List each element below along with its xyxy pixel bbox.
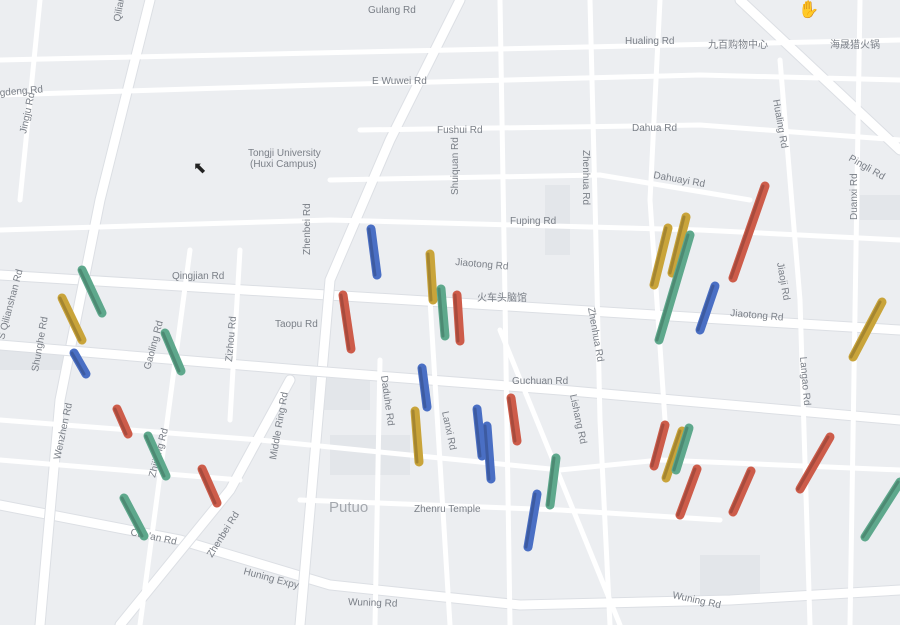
label-tongji-campus: (Huxi Campus) <box>250 159 317 170</box>
label-jiaotong-rd-1: Jiaotong Rd <box>455 257 509 273</box>
label-zizhou-rd: Zizhou Rd <box>224 316 239 362</box>
label-langao-rd: Langao Rd <box>797 356 812 406</box>
label-qilian-top: Qilian <box>112 0 127 23</box>
column-green-33[interactable] <box>860 477 900 542</box>
arrow-cursor-icon: ⬉ <box>193 158 207 177</box>
column-layer[interactable] <box>57 181 900 552</box>
label-jingju-rd: Jingju Rd <box>18 92 37 135</box>
label-taopu-rd: Taopu Rd <box>275 319 318 330</box>
label-shuiquan-rd: Shuiquan Rd <box>450 137 461 195</box>
label-tongji-university: Tongji University <box>248 148 321 159</box>
label-jiubai-mall: 九百购物中心 <box>708 38 768 51</box>
label-gulang-rd: Gulang Rd <box>368 5 416 16</box>
column-red-7[interactable] <box>197 464 222 508</box>
label-middle-ring-rd: Middle Ring Rd <box>268 391 291 460</box>
label-huochetou: 火车头脑馆 <box>477 291 527 304</box>
column-red-30[interactable] <box>675 464 702 520</box>
label-putuo: Putuo <box>329 499 368 516</box>
label-zhenhua-rd-top: Zhenhua Rd <box>580 150 591 205</box>
label-zhenru-temple: Zhenru Temple <box>414 504 481 515</box>
label-zhenbei-rd-top: Zhenbei Rd <box>302 203 313 255</box>
label-qingjian-rd: Qingjian Rd <box>172 271 224 282</box>
label-duanxi-rd: Duanxi Rd <box>849 173 860 220</box>
label-fushui-rd: Fushui Rd <box>437 125 483 136</box>
column-shade-33 <box>861 480 900 539</box>
label-fuping-rd: Fuping Rd <box>510 216 556 227</box>
label-e-wuwei-rd: E Wuwei Rd <box>372 76 427 87</box>
label-wuning-rd-1: Wuning Rd <box>348 597 398 610</box>
label-jiaoji-rd: Jiaoji Rd <box>774 262 791 302</box>
label-hualing-rd: Hualing Rd <box>625 36 674 47</box>
label-haisheng: 海晟猎火锅 <box>830 38 880 51</box>
map-viewport[interactable]: Gulang Rd Hualing Rd 九百购物中心 海晟猎火锅 E Wuwe… <box>0 0 900 625</box>
label-lishang-rd: Lishang Rd <box>567 393 588 445</box>
label-lanxi-rd: Lanxi Rd <box>439 410 458 451</box>
grab-hand-icon: ✋ <box>798 0 820 20</box>
column-red-31[interactable] <box>728 466 756 517</box>
map-canvas[interactable]: Gulang Rd Hualing Rd 九百购物中心 海晟猎火锅 E Wuwe… <box>0 0 900 625</box>
label-guchuan-rd: Guchuan Rd <box>512 376 568 387</box>
label-dahua-rd: Dahua Rd <box>632 123 677 134</box>
